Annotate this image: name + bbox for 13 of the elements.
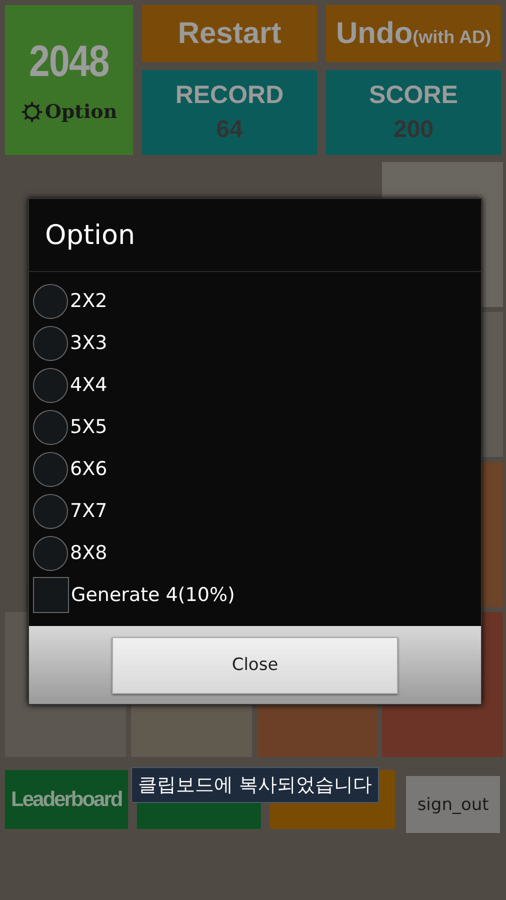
dialog-title: Option	[45, 220, 136, 250]
option-label: 7X7	[70, 500, 108, 522]
option-label: 8X8	[70, 542, 108, 564]
option-label: 5X5	[70, 416, 108, 438]
stat-label: RECORD	[175, 81, 284, 110]
option-label: 4X4	[70, 374, 108, 396]
stat-label: SCORE	[369, 81, 458, 110]
option-label: 3X3	[70, 332, 108, 354]
option-label: 2X2	[70, 290, 108, 312]
option-label: 6X6	[70, 458, 108, 480]
logo-text: 2048	[29, 37, 109, 87]
checkbox-label: Generate 4(10%)	[71, 584, 235, 606]
clipboard-toast: 클립보드에 복사되었습니다	[131, 767, 380, 803]
